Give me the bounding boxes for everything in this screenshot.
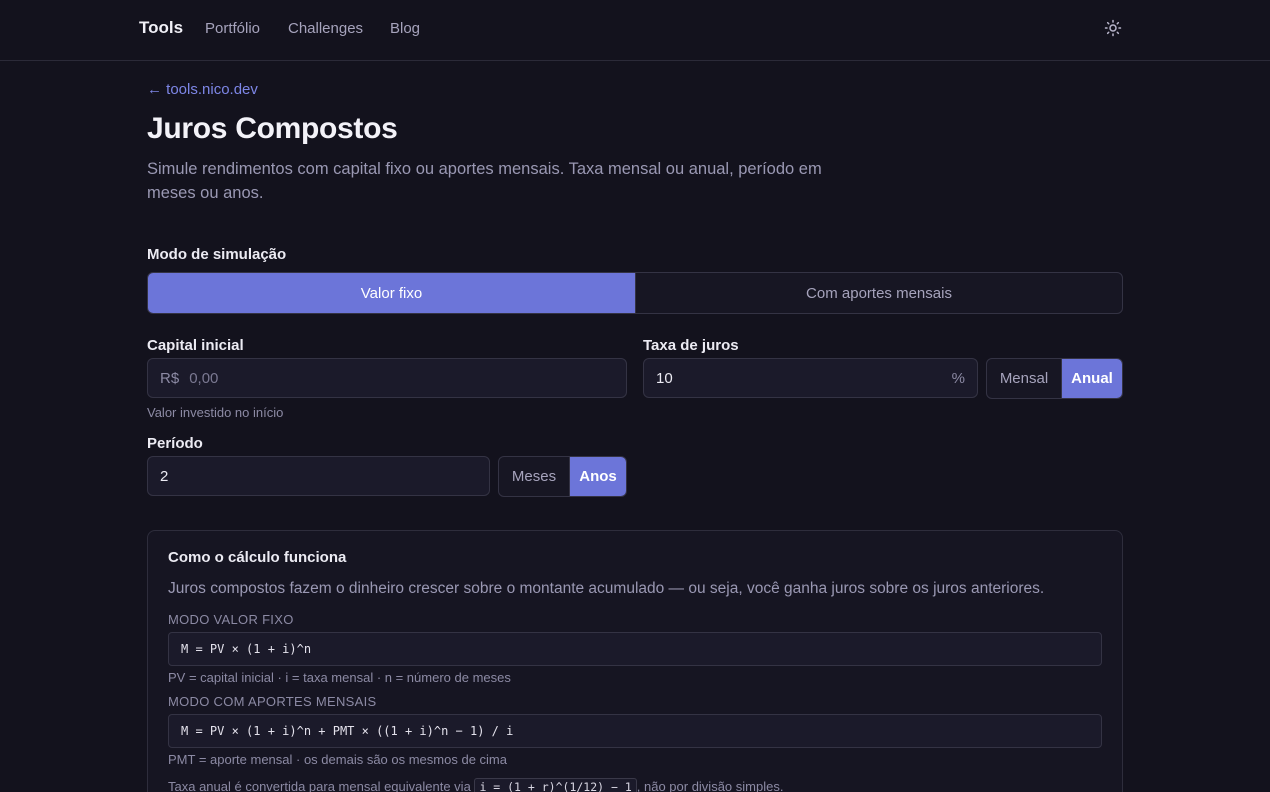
nav-link-blog[interactable]: Blog <box>390 20 420 37</box>
rate-unit-monthly[interactable]: Mensal <box>987 359 1061 398</box>
percent-suffix: % <box>951 369 965 387</box>
period-field <box>147 456 490 496</box>
page-title: Juros Compostos <box>147 112 398 145</box>
fixed-mode-label: Modo valor fixo <box>168 612 294 627</box>
explanation-intro: Juros compostos fazem o dinheiro crescer… <box>168 580 1045 597</box>
mode-label: Modo de simulação <box>147 246 287 263</box>
fixed-mode-formula: M = PV × (1 + i)^n <box>168 632 1102 666</box>
monthly-mode-note: PMT = aporte mensal · os demais são os m… <box>168 752 507 767</box>
rate-label: Taxa de juros <box>643 337 739 354</box>
fixed-mode-note: PV = capital inicial · i = taxa mensal ·… <box>168 670 511 685</box>
capital-input[interactable] <box>189 369 614 387</box>
period-unit-months[interactable]: Meses <box>499 457 569 496</box>
conversion-note: Taxa anual é convertida para mensal equi… <box>168 778 783 792</box>
page-subtitle: Simule rendimentos com capital fixo ou a… <box>147 160 822 202</box>
theme-toggle-button[interactable] <box>1102 17 1124 39</box>
monthly-mode-label: Modo com aportes mensais <box>168 694 377 709</box>
back-link[interactable]: ← tools.nico.dev <box>147 81 258 98</box>
period-label: Período <box>147 435 203 452</box>
explanation-title: Como o cálculo funciona <box>168 549 347 566</box>
capital-label: Capital inicial <box>147 337 244 354</box>
period-unit-selector: Meses Anos <box>498 456 627 497</box>
conversion-code: i = (1 + r)^(1/12) − 1 <box>474 778 637 792</box>
sun-icon <box>1104 19 1122 37</box>
explanation-card: Como o cálculo funciona Juros compostos … <box>147 530 1123 792</box>
rate-unit-selector: Mensal Anual <box>986 358 1123 399</box>
top-navigation: Tools Portfólio Challenges Blog <box>0 0 1270 61</box>
nav-link-challenges[interactable]: Challenges <box>288 20 363 37</box>
conversion-prefix: Taxa anual é convertida para mensal equi… <box>168 779 471 792</box>
mode-selector: Valor fixo Com aportes mensais <box>147 272 1123 314</box>
capital-field: R$ <box>147 358 627 398</box>
mode-option-monthly[interactable]: Com aportes mensais <box>635 273 1122 313</box>
nav-link-portfolio[interactable]: Portfólio <box>205 20 260 37</box>
rate-field: % <box>643 358 978 398</box>
monthly-mode-formula: M = PV × (1 + i)^n + PMT × ((1 + i)^n − … <box>168 714 1102 748</box>
currency-prefix: R$ <box>160 369 180 387</box>
brand-logo[interactable]: Tools <box>139 18 183 38</box>
period-unit-years[interactable]: Anos <box>569 457 626 496</box>
rate-unit-yearly[interactable]: Anual <box>1061 359 1122 398</box>
capital-hint: Valor investido no início <box>147 405 284 420</box>
rate-input[interactable] <box>656 369 952 387</box>
conversion-suffix: , não por divisão simples. <box>636 779 784 792</box>
mode-option-fixed[interactable]: Valor fixo <box>148 273 635 313</box>
period-input[interactable] <box>160 467 477 485</box>
